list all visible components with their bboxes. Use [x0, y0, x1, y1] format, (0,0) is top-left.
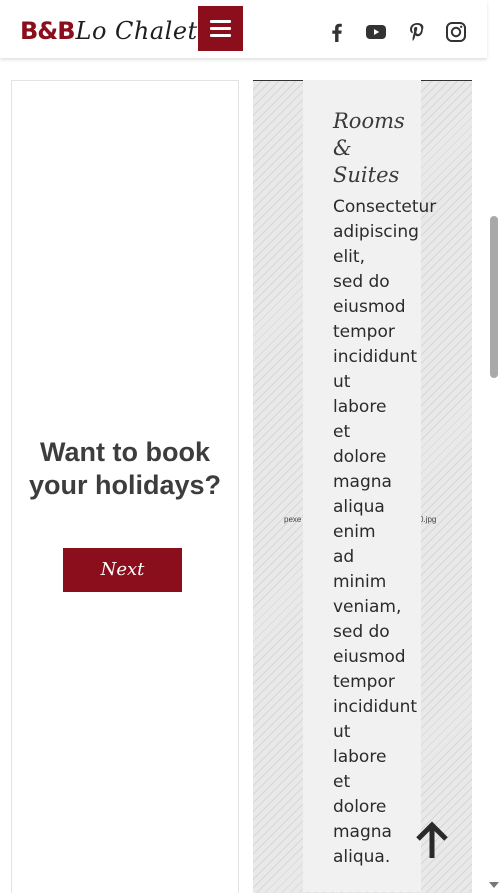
description-line: et — [333, 772, 351, 792]
pinterest-link[interactable] — [405, 20, 429, 44]
description-line: labore — [333, 747, 387, 767]
description-line: sed do — [333, 272, 390, 292]
description-line: minim — [333, 572, 387, 592]
site-logo[interactable]: B&B Lo Chalet — [20, 12, 198, 46]
description-line: et — [333, 422, 351, 442]
facebook-icon — [332, 23, 342, 42]
logo-script-text: Lo Chalet — [75, 17, 198, 45]
rooms-description: Consectetur adipiscing elit, sed do eius… — [333, 195, 437, 870]
rooms-title-line: Suites — [333, 163, 400, 187]
description-line: Consectetur — [333, 197, 437, 217]
description-line: sed do — [333, 622, 390, 642]
booking-card: Want to book your holidays? Next — [11, 80, 239, 893]
scrollbar-thumb[interactable] — [490, 216, 498, 378]
rooms-title[interactable]: Rooms & Suites — [333, 108, 405, 189]
youtube-icon — [366, 25, 386, 39]
description-line: adipiscing — [333, 222, 419, 242]
description-line: tempor — [333, 672, 395, 692]
rooms-panel: Rooms & Suites Consectetur adipiscing el… — [303, 80, 437, 892]
description-line: incididunt — [333, 347, 418, 367]
description-line: elit, — [333, 247, 365, 267]
site-header: B&B Lo Chalet — [0, 0, 487, 58]
description-line: magna — [333, 822, 392, 842]
rooms-title-line: Rooms — [333, 109, 405, 133]
instagram-link[interactable] — [444, 20, 468, 44]
description-line: dolore — [333, 447, 387, 467]
description-line: eiusmod — [333, 647, 406, 667]
back-to-top-button[interactable] — [413, 821, 451, 861]
description-line: veniam, — [333, 597, 402, 617]
description-line: enim — [333, 522, 376, 542]
image-filename-left: pexe — [284, 515, 302, 524]
description-line: tempor — [333, 322, 395, 342]
menu-button[interactable] — [198, 6, 243, 51]
rooms-title-line: & — [333, 136, 352, 160]
scroll-down-arrow-icon[interactable] — [489, 882, 499, 888]
description-line: dolore — [333, 797, 387, 817]
description-line: ut — [333, 372, 351, 392]
description-line: aliqua. — [333, 847, 391, 867]
facebook-link[interactable] — [325, 20, 349, 44]
next-button[interactable]: Next — [63, 548, 182, 592]
description-line: labore — [333, 397, 387, 417]
description-line: eiusmod — [333, 297, 406, 317]
description-line: ut — [333, 722, 351, 742]
description-line: ad — [333, 547, 355, 567]
booking-title: Want to book your holidays? — [28, 437, 222, 500]
instagram-icon — [446, 22, 466, 42]
description-line: incididunt — [333, 697, 418, 717]
logo-main-text: B&B — [20, 17, 76, 45]
pinterest-icon — [410, 23, 424, 41]
youtube-link[interactable] — [364, 20, 388, 44]
arrow-up-icon — [416, 821, 448, 858]
description-line: magna — [333, 472, 392, 492]
description-line: aliqua — [333, 497, 385, 517]
image-filename-right: 0.jpg — [419, 515, 437, 524]
page-scrollbar[interactable] — [488, 58, 503, 892]
